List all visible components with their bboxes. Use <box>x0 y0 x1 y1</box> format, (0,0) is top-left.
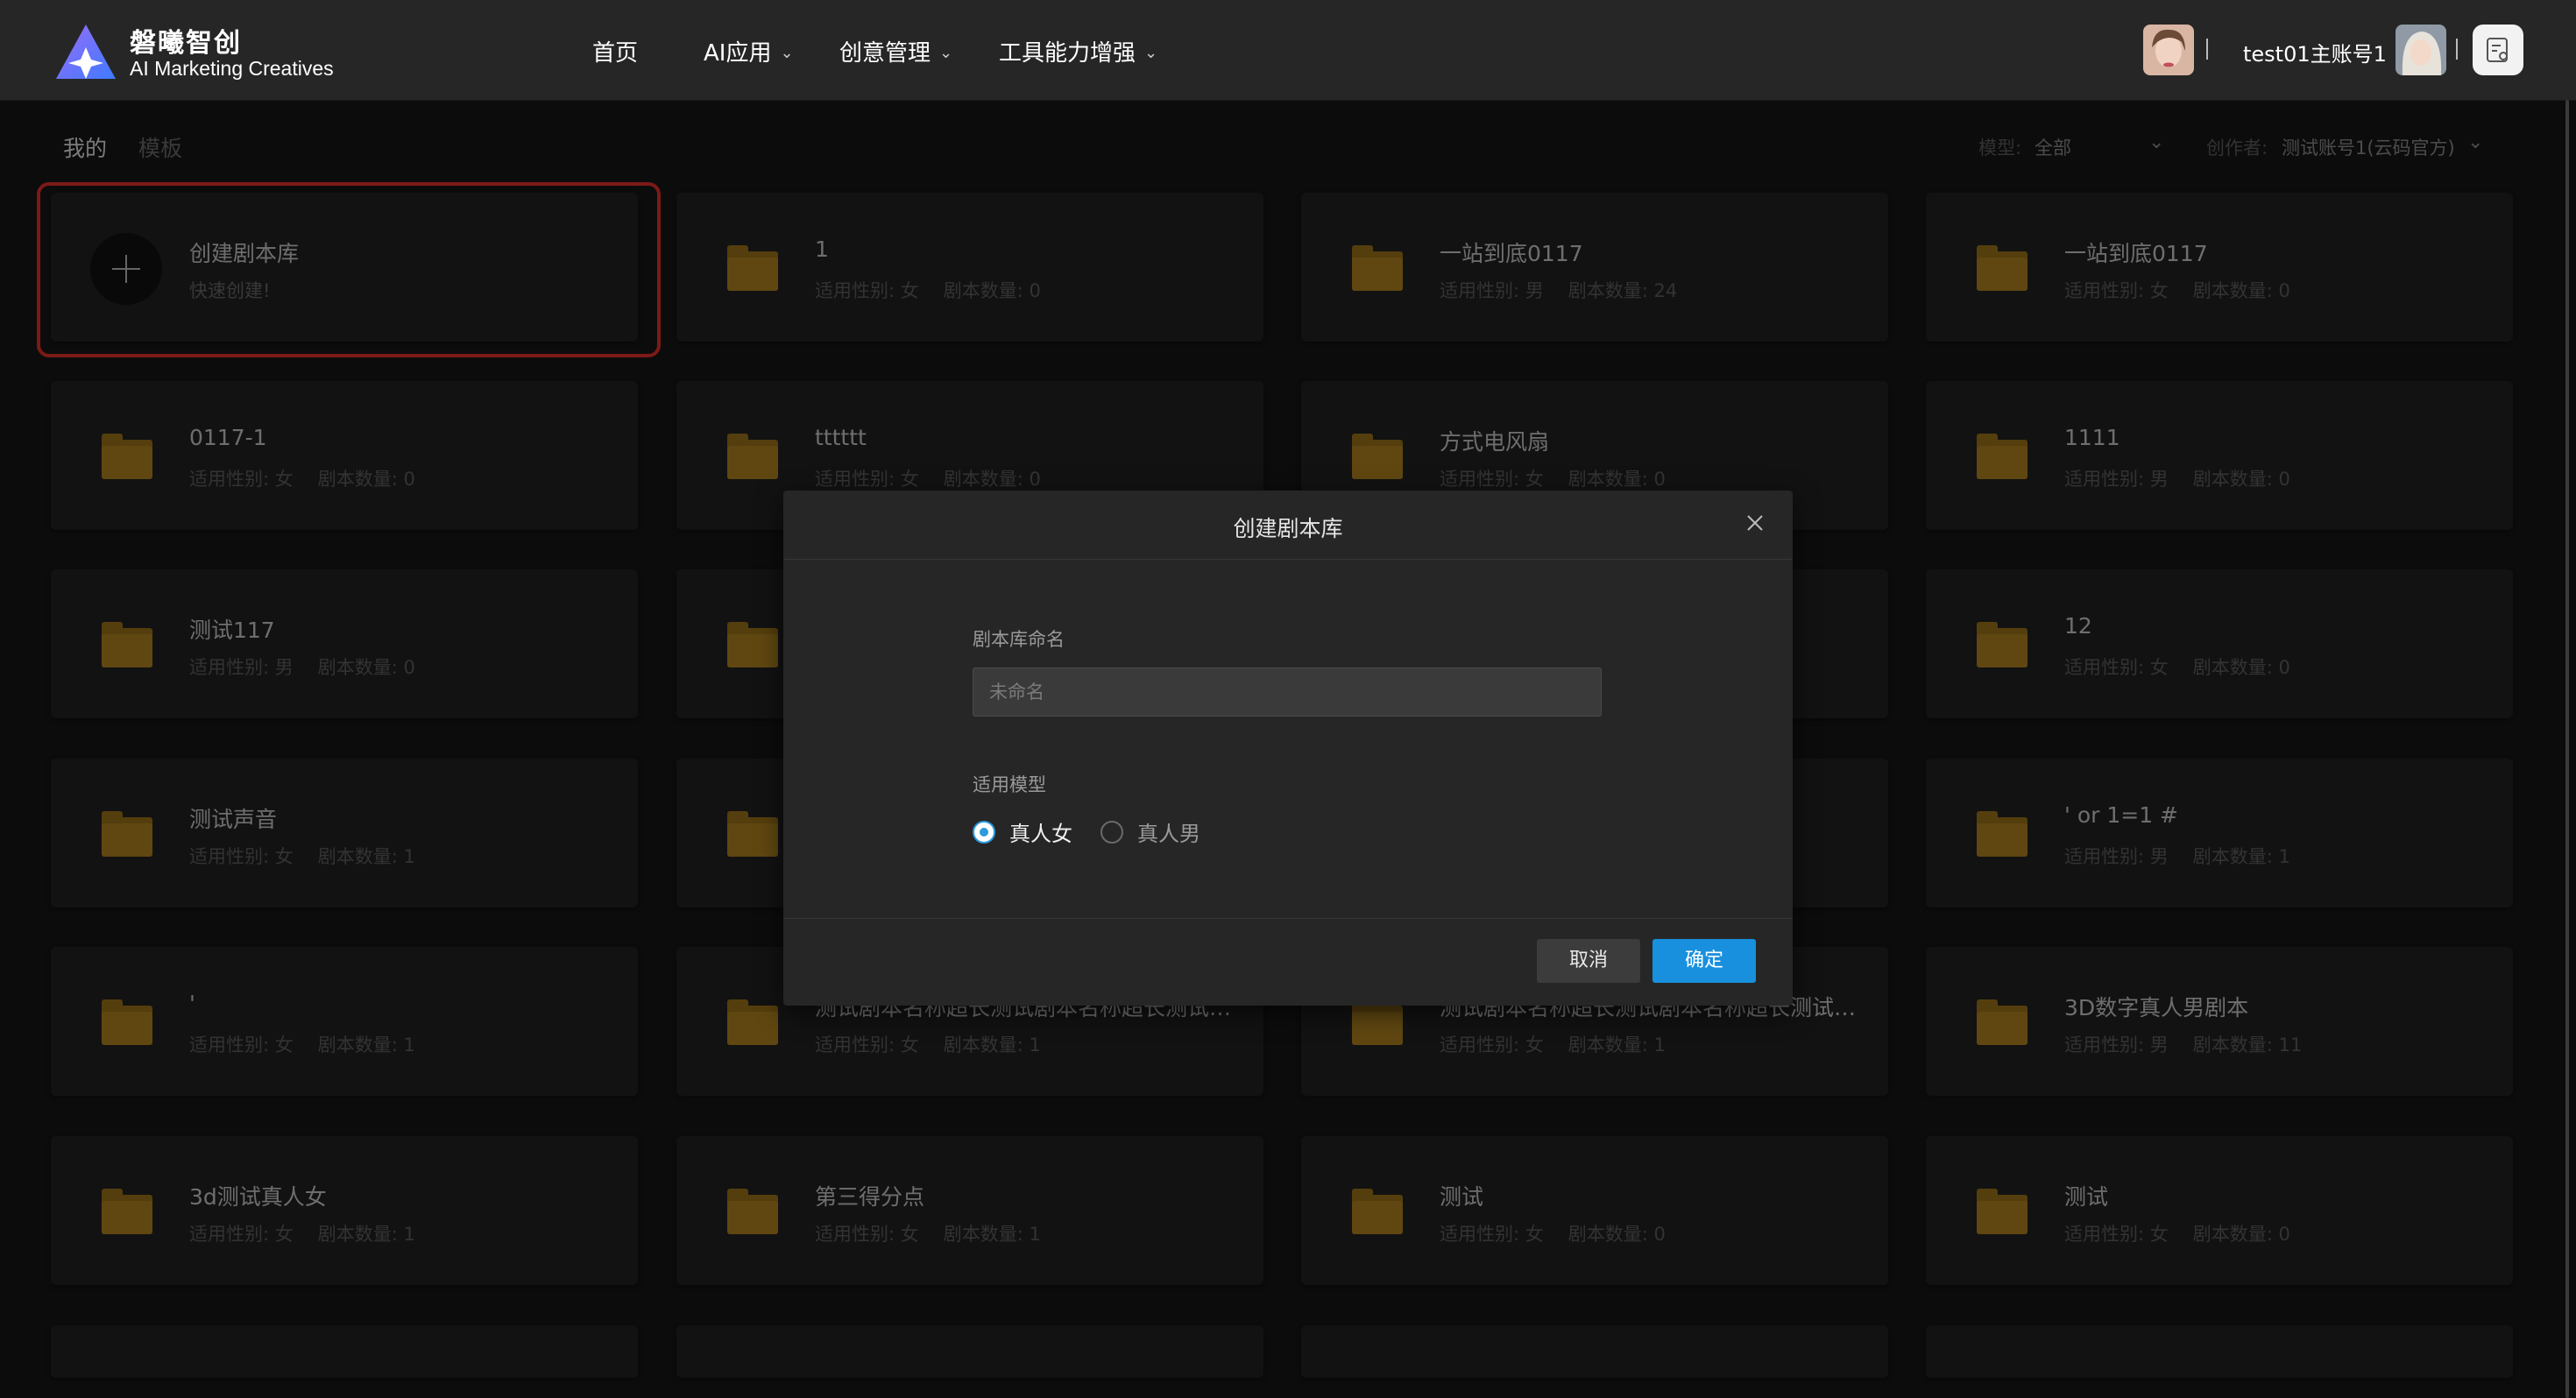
nav-item-tool-enhancement[interactable]: 工具能力增强 ⌄ <box>999 35 1157 67</box>
cancel-button[interactable]: 取消 <box>1537 939 1640 983</box>
divider <box>2456 39 2458 60</box>
nav-item-label: 工具能力增强 <box>999 40 1136 67</box>
chevron-down-icon: ⌄ <box>1144 44 1158 62</box>
top-navigation-bar: 磐曦智创 AI Marketing Creatives 首页 AI应用 ⌄ 创意… <box>0 0 2576 101</box>
nav-item-home[interactable]: 首页 <box>592 35 638 67</box>
radio-real-male[interactable]: 真人男 <box>1100 816 1200 847</box>
dialog-title: 创建剧本库 <box>1233 516 1343 541</box>
brand-name: 磐曦智创 <box>130 28 242 59</box>
close-icon[interactable] <box>1744 512 1766 534</box>
nav-item-ai-apps[interactable]: AI应用 ⌄ <box>704 35 794 67</box>
radio-checked-icon <box>973 820 995 844</box>
dialog-header: 创建剧本库 <box>783 491 1793 560</box>
model-field-label: 适用模型 <box>973 774 1046 795</box>
radio-label: 真人女 <box>1009 822 1072 846</box>
divider <box>2206 39 2208 60</box>
message-button[interactable] <box>2473 25 2523 75</box>
chevron-down-icon: ⌄ <box>939 44 953 62</box>
create-library-dialog: 创建剧本库 剧本库命名 适用模型 真人女 真人男 取消 确定 <box>783 491 1793 1006</box>
library-name-input[interactable] <box>973 667 1602 717</box>
radio-real-female[interactable]: 真人女 <box>973 816 1072 847</box>
radio-label: 真人男 <box>1137 822 1200 846</box>
user-avatar[interactable] <box>2396 25 2446 75</box>
scrollbar[interactable] <box>2565 100 2569 1398</box>
brand-subtitle: AI Marketing Creatives <box>130 57 334 80</box>
dialog-footer-divider <box>783 918 1793 919</box>
message-doc-icon <box>2487 38 2508 62</box>
chevron-down-icon: ⌄ <box>780 44 794 62</box>
nav-item-label: 首页 <box>592 40 639 67</box>
username[interactable]: test01主账号1 <box>2243 37 2387 67</box>
confirm-button[interactable]: 确定 <box>1652 939 1756 983</box>
nav-item-creative-management[interactable]: 创意管理 ⌄ <box>839 35 952 67</box>
nav-item-label: 创意管理 <box>839 40 931 67</box>
nav-item-label: AI应用 <box>704 40 772 67</box>
logo-icon[interactable] <box>54 23 117 81</box>
radio-unchecked-icon <box>1100 820 1123 844</box>
name-field-label: 剧本库命名 <box>973 629 1065 650</box>
digital-avatar[interactable] <box>2143 25 2194 75</box>
